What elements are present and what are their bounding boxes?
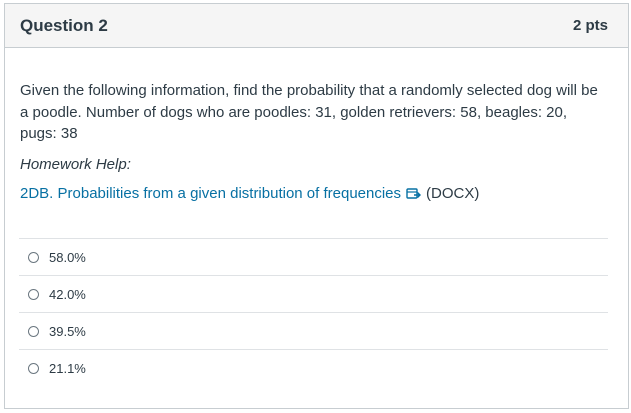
file-type-label: (DOCX) bbox=[426, 184, 480, 202]
radio-button[interactable] bbox=[28, 288, 39, 300]
question-points: 2 pts bbox=[572, 17, 608, 34]
homework-help-link[interactable]: 2DB. Probabilities from a given distribu… bbox=[20, 185, 401, 202]
answer-option[interactable]: 39.5% bbox=[19, 313, 608, 350]
answer-option[interactable]: 42.0% bbox=[19, 276, 608, 313]
homework-help-heading: Homework Help: bbox=[20, 155, 131, 173]
question-body: Given the following information, find th… bbox=[5, 48, 628, 202]
answer-label[interactable]: 42.0% bbox=[49, 287, 86, 302]
answer-label[interactable]: 21.1% bbox=[49, 361, 86, 376]
answer-option[interactable]: 58.0% bbox=[19, 239, 608, 276]
answer-option[interactable]: 21.1% bbox=[19, 350, 608, 387]
radio-button[interactable] bbox=[28, 251, 39, 263]
answer-label[interactable]: 58.0% bbox=[49, 250, 86, 265]
radio-button[interactable] bbox=[28, 325, 39, 337]
radio-button[interactable] bbox=[28, 363, 39, 374]
question-title: Question 2 bbox=[20, 15, 108, 35]
question-text: Given the following information, find th… bbox=[20, 82, 598, 142]
homework-help-line: 2DB. Probabilities from a given distribu… bbox=[20, 185, 606, 202]
answer-list: 58.0% 42.0% 39.5% 21.1% bbox=[19, 238, 608, 387]
question-card: Question 2 2 pts Given the following inf… bbox=[4, 3, 629, 409]
question-header: Question 2 2 pts bbox=[5, 4, 628, 48]
answer-label[interactable]: 39.5% bbox=[49, 324, 86, 339]
external-link-icon[interactable] bbox=[406, 186, 422, 200]
